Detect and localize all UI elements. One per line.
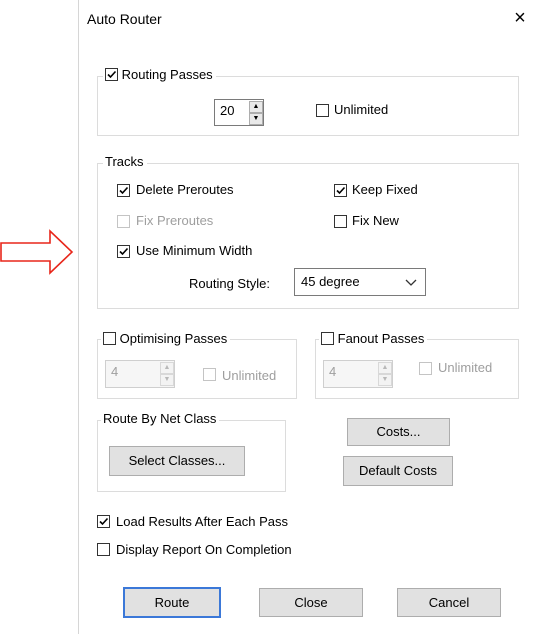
use-minimum-width-checkbox[interactable] <box>117 245 130 258</box>
fanout-passes-input[interactable]: 4 ▲ ▼ <box>323 360 393 388</box>
spin-down-icon[interactable]: ▼ <box>378 374 392 386</box>
auto-router-dialog: Auto Router × Routing Passes 20 ▲ ▼ Unli… <box>78 0 533 634</box>
optimising-unlimited-checkbox[interactable] <box>203 368 216 381</box>
fanout-passes-value: 4 <box>329 364 337 379</box>
fanout-passes-label: Fanout Passes <box>337 331 425 346</box>
routing-unlimited-label: Unlimited <box>334 102 389 117</box>
delete-preroutes-checkbox[interactable] <box>117 184 130 197</box>
routing-passes-label: Routing Passes <box>121 67 213 82</box>
fanout-passes-checkbox[interactable] <box>321 332 334 345</box>
select-classes-button[interactable]: Select Classes... <box>109 446 245 476</box>
routing-passes-value: 20 <box>220 103 235 118</box>
route-button[interactable]: Route <box>123 587 221 618</box>
display-report-checkbox[interactable] <box>97 543 110 556</box>
spin-down-icon[interactable]: ▼ <box>249 113 263 125</box>
routing-passes-group <box>97 76 519 136</box>
use-minimum-width-label: Use Minimum Width <box>136 243 253 258</box>
checkmark-icon <box>107 70 117 79</box>
route-by-net-class-legend: Route By Net Class <box>101 411 220 426</box>
fix-preroutes-checkbox[interactable] <box>117 215 130 228</box>
routing-passes-legend: Routing Passes <box>103 66 216 84</box>
cancel-button[interactable]: Cancel <box>397 588 501 617</box>
load-results-checkbox[interactable] <box>97 515 110 528</box>
fanout-unlimited-label: Unlimited <box>438 360 493 375</box>
costs-button[interactable]: Costs... <box>347 418 450 446</box>
checkmark-icon <box>119 247 129 256</box>
keep-fixed-checkbox[interactable] <box>334 184 347 197</box>
title-bar: Auto Router × <box>79 0 533 40</box>
routing-unlimited-checkbox[interactable] <box>316 104 329 117</box>
close-icon[interactable]: × <box>511 8 529 28</box>
chevron-down-icon <box>405 279 417 286</box>
checkmark-icon <box>119 186 129 195</box>
spin-down-icon[interactable]: ▼ <box>160 374 174 386</box>
routing-style-label: Routing Style: <box>189 276 270 291</box>
checkmark-icon <box>336 186 346 195</box>
optimising-passes-label: Optimising Passes <box>119 331 228 346</box>
fanout-passes-legend: Fanout Passes <box>319 330 428 348</box>
tracks-legend: Tracks <box>103 154 147 169</box>
display-report-label: Display Report On Completion <box>116 542 292 557</box>
optimising-unlimited-label: Unlimited <box>222 368 277 383</box>
keep-fixed-label: Keep Fixed <box>352 182 418 197</box>
delete-preroutes-label: Delete Preroutes <box>136 182 234 197</box>
optimising-passes-value: 4 <box>111 364 119 379</box>
routing-style-select[interactable]: 45 degree <box>294 268 426 296</box>
window-title: Auto Router <box>87 11 162 27</box>
default-costs-button[interactable]: Default Costs <box>343 456 453 486</box>
optimising-passes-legend: Optimising Passes <box>101 330 231 348</box>
annotation-arrow-icon <box>0 229 74 275</box>
checkmark-icon <box>99 517 109 526</box>
spin-up-icon[interactable]: ▲ <box>249 101 263 113</box>
routing-passes-checkbox[interactable] <box>105 68 118 81</box>
spin-up-icon[interactable]: ▲ <box>160 362 174 374</box>
fix-new-checkbox[interactable] <box>334 215 347 228</box>
load-results-label: Load Results After Each Pass <box>116 514 288 529</box>
fanout-unlimited-checkbox[interactable] <box>419 362 432 375</box>
spin-up-icon[interactable]: ▲ <box>378 362 392 374</box>
close-button[interactable]: Close <box>259 588 363 617</box>
optimising-passes-input[interactable]: 4 ▲ ▼ <box>105 360 175 388</box>
fix-preroutes-label: Fix Preroutes <box>136 213 214 228</box>
fix-new-label: Fix New <box>352 213 399 228</box>
routing-style-value: 45 degree <box>301 274 360 289</box>
optimising-passes-checkbox[interactable] <box>103 332 116 345</box>
routing-passes-input[interactable]: 20 ▲ ▼ <box>214 99 264 126</box>
